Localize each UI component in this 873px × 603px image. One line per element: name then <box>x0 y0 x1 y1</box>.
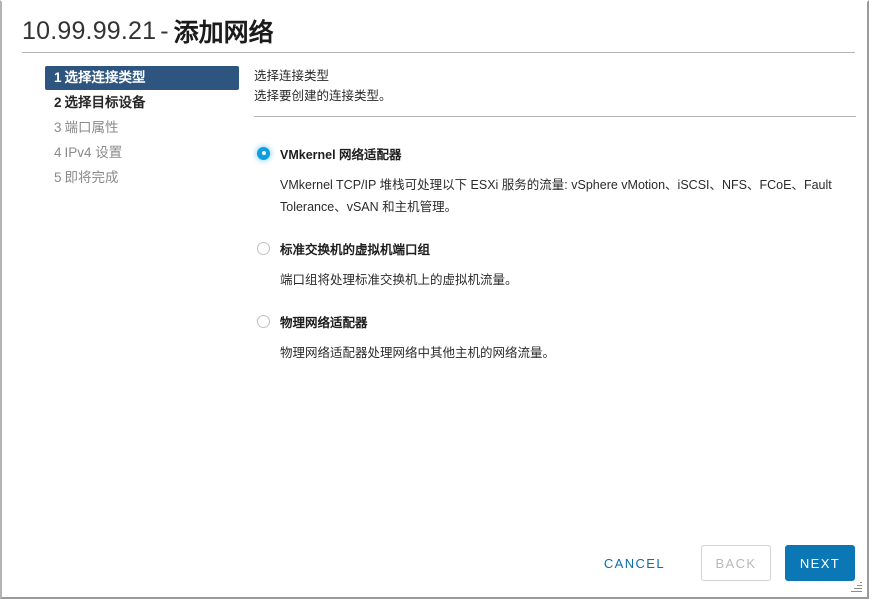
add-network-dialog: 10.99.99.21 - 添加网络 1 选择连接类型 2 选择目标设备 3 端口属性… <box>0 0 869 599</box>
title-dialog-name: 添加网络 <box>173 19 274 47</box>
option-physical-adapter-description: 物理网络适配器处理网络中其他主机的网络流量。 <box>280 346 556 360</box>
cancel-button[interactable]: CANCEL <box>594 550 675 577</box>
wizard-step-3: 3 端口属性 <box>45 116 239 140</box>
wizard-step-4: 4 IPv4 设置 <box>45 141 239 165</box>
wizard-step-3-number: 3 <box>54 120 62 135</box>
wizard-step-3-label: 端口属性 <box>64 120 119 135</box>
option-physical-adapter[interactable]: 物理网络适配器 物理网络适配器处理网络中其他主机的网络流量。 <box>254 312 856 364</box>
wizard-step-2-label: 选择目标设备 <box>64 95 146 110</box>
option-vmkernel-adapter-description: VMkernel TCP/IP 堆栈可处理以下 ESXi 服务的流量: vSph… <box>280 178 832 214</box>
title-divider <box>22 52 855 53</box>
option-physical-adapter-row[interactable]: 物理网络适配器 <box>254 312 856 330</box>
option-vmkernel-adapter-label: VMkernel 网络适配器 <box>280 147 402 162</box>
wizard-step-2[interactable]: 2 选择目标设备 <box>45 91 239 115</box>
option-vmkernel-adapter[interactable]: VMkernel 网络适配器 VMkernel TCP/IP 堆栈可处理以下 E… <box>254 144 856 218</box>
content-subheading: 选择要创建的连接类型。 <box>254 89 392 103</box>
wizard-step-1[interactable]: 1 选择连接类型 <box>45 66 239 90</box>
wizard-step-5-number: 5 <box>54 170 62 185</box>
option-vm-port-group-row[interactable]: 标准交换机的虚拟机端口组 <box>254 239 856 257</box>
page-title: 10.99.99.21 - 添加网络 <box>22 14 852 48</box>
wizard-step-1-number: 1 <box>54 70 62 85</box>
wizard-step-5: 5 即将完成 <box>45 166 239 190</box>
wizard-step-4-label: IPv4 设置 <box>64 145 123 160</box>
wizard-step-5-label: 即将完成 <box>64 170 119 185</box>
option-vm-port-group-description: 端口组将处理标准交换机上的虚拟机流量。 <box>280 273 518 287</box>
option-vmkernel-adapter-row[interactable]: VMkernel 网络适配器 <box>254 144 856 162</box>
wizard-step-4-number: 4 <box>54 145 62 160</box>
wizard-step-1-label: 选择连接类型 <box>64 70 146 85</box>
back-button[interactable]: BACK <box>701 545 771 581</box>
radio-selected-icon[interactable] <box>257 146 270 160</box>
option-physical-adapter-label: 物理网络适配器 <box>280 315 368 330</box>
content-divider <box>254 116 856 117</box>
radio-unselected-icon[interactable] <box>257 241 270 255</box>
title-separator: - <box>160 16 169 45</box>
title-host-ip: 10.99.99.21 <box>22 16 157 45</box>
wizard-step-2-number: 2 <box>54 95 62 110</box>
content-heading: 选择连接类型 <box>254 69 330 83</box>
radio-unselected-icon[interactable] <box>257 314 270 328</box>
wizard-step-list: 1 选择连接类型 2 选择目标设备 3 端口属性 4 IPv4 设置 5 即将完成 <box>45 66 239 191</box>
option-vm-port-group[interactable]: 标准交换机的虚拟机端口组 端口组将处理标准交换机上的虚拟机流量。 <box>254 239 856 291</box>
dialog-footer: CANCEL BACK NEXT <box>2 543 855 583</box>
connection-type-radio-group: VMkernel 网络适配器 VMkernel TCP/IP 堆栈可处理以下 E… <box>254 144 856 364</box>
resize-grip-icon[interactable] <box>850 580 862 592</box>
option-vm-port-group-label: 标准交换机的虚拟机端口组 <box>280 242 431 257</box>
wizard-content-pane: 选择连接类型 选择要创建的连接类型。 VMkernel 网络适配器 VMkern… <box>254 66 856 385</box>
next-button[interactable]: NEXT <box>785 545 855 581</box>
